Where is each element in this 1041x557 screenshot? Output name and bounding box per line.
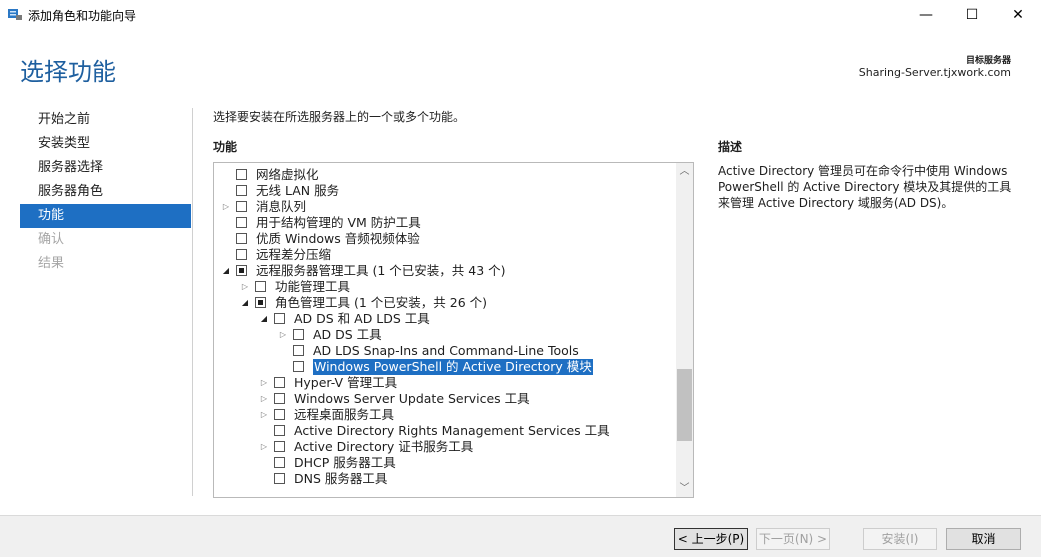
- scroll-thumb[interactable]: [677, 369, 692, 441]
- feature-checkbox[interactable]: [236, 233, 247, 244]
- nav-item-results: 结果: [38, 256, 65, 271]
- tree-scrollbar[interactable]: ︿ ﹀: [676, 163, 693, 497]
- install-button[interactable]: 安装(I): [863, 528, 937, 550]
- feature-label[interactable]: 远程服务器管理工具 (1 个已安装，共 43 个): [256, 263, 506, 279]
- close-icon: ✕: [1012, 7, 1024, 23]
- feature-checkbox[interactable]: [255, 297, 266, 308]
- feature-label[interactable]: Windows PowerShell 的 Active Directory 模块: [313, 359, 593, 375]
- close-button[interactable]: ✕: [995, 0, 1041, 30]
- feature-checkbox[interactable]: [274, 393, 285, 404]
- features-header: 功能: [213, 140, 238, 154]
- target-server-value: Sharing-Server.tjxwork.com: [858, 66, 1011, 79]
- feature-label[interactable]: 无线 LAN 服务: [256, 183, 339, 199]
- feature-checkbox[interactable]: [236, 249, 247, 260]
- nav-item-confirmation: 确认: [38, 232, 65, 247]
- features-tree[interactable]: 网络虚拟化 无线 LAN 服务 ▷ 消息队列 用于结构管理的 VM 防护工具 优质 Win…: [213, 162, 694, 498]
- nav-item-installation-type[interactable]: 安装类型: [20, 132, 191, 156]
- expand-arrow-icon[interactable]: ▷: [259, 375, 269, 391]
- window-title: 添加角色和功能向导: [28, 9, 137, 23]
- feature-label[interactable]: 用于结构管理的 VM 防护工具: [256, 215, 421, 231]
- nav-item-before-you-begin[interactable]: 开始之前: [20, 108, 191, 132]
- feature-checkbox[interactable]: [274, 441, 285, 452]
- expand-arrow-icon[interactable]: ▷: [259, 391, 269, 407]
- maximize-button[interactable]: ☐: [949, 0, 995, 30]
- description-header: 描述: [718, 140, 743, 154]
- page-title: 选择功能: [20, 58, 116, 86]
- nav-item-server-roles[interactable]: 服务器角色: [20, 180, 191, 204]
- nav-item-server-selection[interactable]: 服务器选择: [20, 156, 191, 180]
- feature-checkbox[interactable]: [274, 377, 285, 388]
- feature-label[interactable]: 角色管理工具 (1 个已安装，共 26 个): [275, 295, 487, 311]
- feature-checkbox[interactable]: [293, 361, 304, 372]
- title-bar: 添加角色和功能向导 — ☐ ✕: [0, 0, 1041, 30]
- feature-checkbox[interactable]: [255, 281, 266, 292]
- feature-checkbox[interactable]: [236, 265, 247, 276]
- maximize-icon: ☐: [965, 7, 979, 23]
- feature-label[interactable]: 优质 Windows 音频视频体验: [256, 231, 420, 247]
- minimize-button[interactable]: —: [903, 0, 949, 30]
- nav-item-features[interactable]: 功能: [20, 204, 191, 228]
- feature-label[interactable]: AD DS 工具: [313, 327, 382, 343]
- feature-label[interactable]: DHCP 服务器工具: [294, 455, 396, 471]
- feature-checkbox[interactable]: [293, 345, 304, 356]
- scroll-down-icon[interactable]: ﹀: [676, 480, 693, 497]
- feature-label[interactable]: AD DS 和 AD LDS 工具: [294, 311, 430, 327]
- feature-label[interactable]: Hyper-V 管理工具: [294, 375, 397, 391]
- expand-arrow-icon[interactable]: ▷: [278, 327, 288, 343]
- feature-label[interactable]: Active Directory 证书服务工具: [294, 439, 473, 455]
- feature-label[interactable]: 功能管理工具: [275, 279, 350, 295]
- feature-label[interactable]: 消息队列: [256, 199, 306, 215]
- feature-checkbox[interactable]: [274, 409, 285, 420]
- feature-checkbox[interactable]: [293, 329, 304, 340]
- feature-checkbox[interactable]: [274, 313, 285, 324]
- feature-checkbox[interactable]: [236, 217, 247, 228]
- next-button[interactable]: 下一页(N) >: [756, 528, 830, 550]
- feature-label[interactable]: DNS 服务器工具: [294, 471, 387, 487]
- description-text: Active Directory 管理员可在命令行中使用 Windows Pow…: [718, 164, 1012, 210]
- feature-checkbox[interactable]: [236, 201, 247, 212]
- nav-divider: [192, 108, 193, 496]
- feature-label[interactable]: 网络虚拟化: [256, 167, 319, 183]
- scroll-up-icon[interactable]: ︿: [676, 163, 693, 180]
- expand-arrow-icon[interactable]: ▷: [259, 439, 269, 455]
- expand-arrow-icon[interactable]: ▷: [221, 199, 231, 215]
- previous-button[interactable]: < 上一步(P): [674, 528, 748, 550]
- feature-label[interactable]: Active Directory Rights Management Servi…: [294, 423, 610, 439]
- feature-checkbox[interactable]: [274, 473, 285, 484]
- cancel-button[interactable]: 取消: [946, 528, 1021, 550]
- feature-checkbox[interactable]: [236, 185, 247, 196]
- collapse-arrow-icon[interactable]: ◢: [221, 263, 231, 279]
- wizard-steps-nav: 开始之前 安装类型 服务器选择 服务器角色 功能 确认 结果: [20, 108, 191, 276]
- feature-checkbox[interactable]: [274, 425, 285, 436]
- feature-label[interactable]: 远程桌面服务工具: [294, 407, 394, 423]
- target-server-label: 目标服务器: [965, 56, 1011, 66]
- expand-arrow-icon[interactable]: ▷: [240, 279, 250, 295]
- feature-checkbox[interactable]: [274, 457, 285, 468]
- wizard-footer: < 上一步(P) 下一页(N) > 安装(I) 取消: [0, 515, 1041, 557]
- collapse-arrow-icon[interactable]: ◢: [259, 311, 269, 327]
- feature-label[interactable]: AD LDS Snap-Ins and Command-Line Tools: [313, 343, 579, 359]
- feature-checkbox[interactable]: [236, 169, 247, 180]
- instruction-text: 选择要安装在所选服务器上的一个或多个功能。: [213, 110, 466, 124]
- feature-label[interactable]: 远程差分压缩: [256, 247, 331, 263]
- feature-label[interactable]: Windows Server Update Services 工具: [294, 391, 530, 407]
- minimize-icon: —: [919, 7, 933, 23]
- collapse-arrow-icon[interactable]: ◢: [240, 295, 250, 311]
- server-manager-icon: [7, 7, 23, 21]
- expand-arrow-icon[interactable]: ▷: [259, 407, 269, 423]
